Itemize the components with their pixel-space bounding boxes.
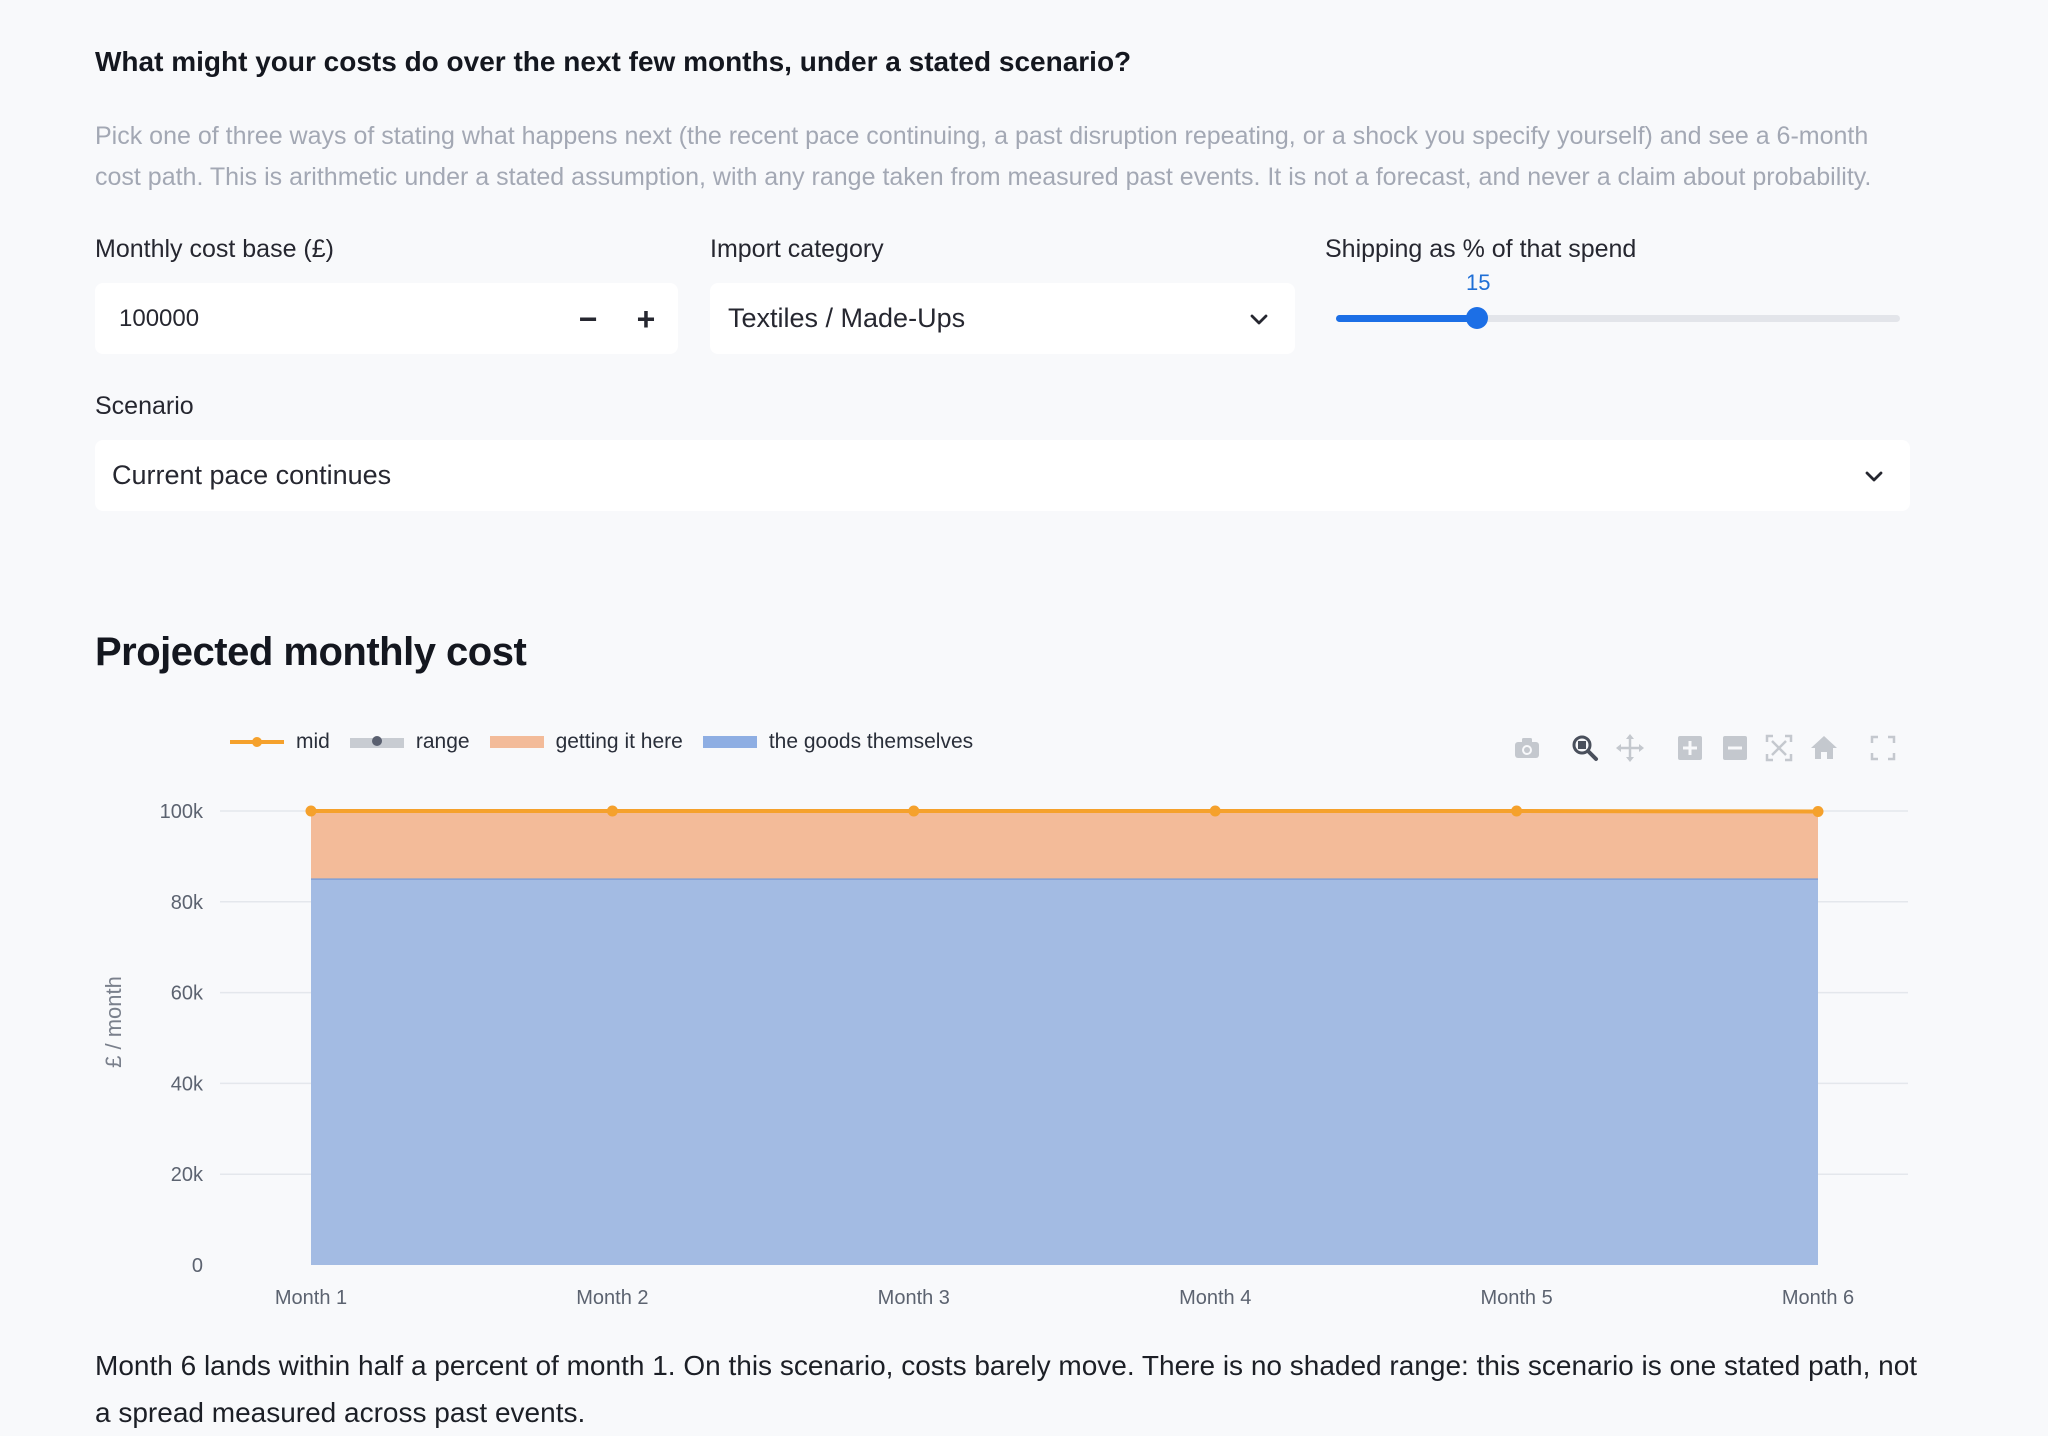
scenario-label: Scenario <box>95 392 194 421</box>
mid-point <box>908 806 919 817</box>
series-area-goods <box>311 879 1818 1265</box>
x-tick-label: Month 1 <box>275 1287 347 1309</box>
mid-point <box>1813 806 1824 817</box>
legend-area-swatch <box>701 732 759 752</box>
x-tick-label: Month 5 <box>1480 1287 1552 1309</box>
mid-point <box>306 806 317 817</box>
y-tick-label: 20k <box>171 1164 204 1186</box>
slider-thumb[interactable] <box>1466 307 1488 329</box>
x-tick-label: Month 3 <box>878 1287 950 1309</box>
cost-base-value[interactable]: 100000 <box>119 305 199 333</box>
series-area-getting-it-here <box>311 811 1818 879</box>
import-category-label: Import category <box>710 235 884 264</box>
y-tick-label: 80k <box>171 892 204 914</box>
chevron-down-icon <box>1247 307 1271 331</box>
legend-range-swatch <box>348 732 406 752</box>
y-tick-label: 60k <box>171 983 204 1005</box>
pan-icon[interactable] <box>1613 731 1647 765</box>
shipping-label: Shipping as % of that spend <box>1325 235 1636 264</box>
scenario-select[interactable]: Current pace continues <box>95 440 1910 511</box>
autoscale-icon[interactable] <box>1762 731 1796 765</box>
chart-modebar <box>1500 731 1900 765</box>
fullscreen-icon[interactable] <box>1866 731 1900 765</box>
zoom-icon[interactable] <box>1568 731 1602 765</box>
y-axis-label: £ / month <box>101 976 126 1068</box>
projected-cost-chart: 0 20k 40k 60k 80k 100k £ / month Month 1 Month 2… <box>0 780 2048 1330</box>
cost-base-label: Monthly cost base (£) <box>95 235 334 264</box>
shipping-slider[interactable] <box>1336 315 1900 322</box>
legend-item-getting-it-here[interactable]: getting it here <box>488 730 683 754</box>
import-category-value: Textiles / Made-Ups <box>728 303 965 334</box>
chevron-down-icon <box>1862 464 1886 488</box>
question-heading: What might your costs do over the next f… <box>95 46 1131 78</box>
legend-item-range[interactable]: range <box>348 730 470 754</box>
x-tick-label: Month 2 <box>576 1287 648 1309</box>
x-tick-label: Month 6 <box>1782 1287 1854 1309</box>
y-tick-label: 0 <box>192 1255 203 1277</box>
camera-icon[interactable] <box>1510 731 1544 765</box>
legend-item-goods[interactable]: the goods themselves <box>701 730 973 754</box>
chart-title: Projected monthly cost <box>95 630 526 675</box>
legend-label: range <box>416 730 470 754</box>
scenario-value: Current pace continues <box>112 460 391 491</box>
chart-footnote: Month 6 lands within half a percent of m… <box>95 1342 1935 1436</box>
cost-base-input[interactable]: 100000 − + <box>95 283 678 354</box>
y-tick-label: 40k <box>171 1073 204 1095</box>
slider-value: 15 <box>1466 270 1486 296</box>
x-tick-label: Month 4 <box>1179 1287 1251 1309</box>
mid-point <box>607 806 618 817</box>
zoom-in-icon[interactable] <box>1673 731 1707 765</box>
slider-fill <box>1336 315 1477 322</box>
reset-axes-icon[interactable] <box>1807 731 1841 765</box>
legend-label: the goods themselves <box>769 730 973 754</box>
decrement-button[interactable]: − <box>564 295 612 343</box>
legend-item-mid[interactable]: mid <box>228 730 330 754</box>
legend-label: mid <box>296 730 330 754</box>
legend-line-swatch <box>228 732 286 752</box>
legend-area-swatch <box>488 732 546 752</box>
chart-legend: mid range getting it here the goods them… <box>228 730 991 754</box>
y-tick-label: 100k <box>160 801 204 823</box>
mid-point <box>1210 806 1221 817</box>
legend-label: getting it here <box>556 730 683 754</box>
increment-button[interactable]: + <box>622 295 670 343</box>
mid-point <box>1511 806 1522 817</box>
intro-text: Pick one of three ways of stating what h… <box>95 116 1895 198</box>
import-category-select[interactable]: Textiles / Made-Ups <box>710 283 1295 354</box>
zoom-out-icon[interactable] <box>1718 731 1752 765</box>
